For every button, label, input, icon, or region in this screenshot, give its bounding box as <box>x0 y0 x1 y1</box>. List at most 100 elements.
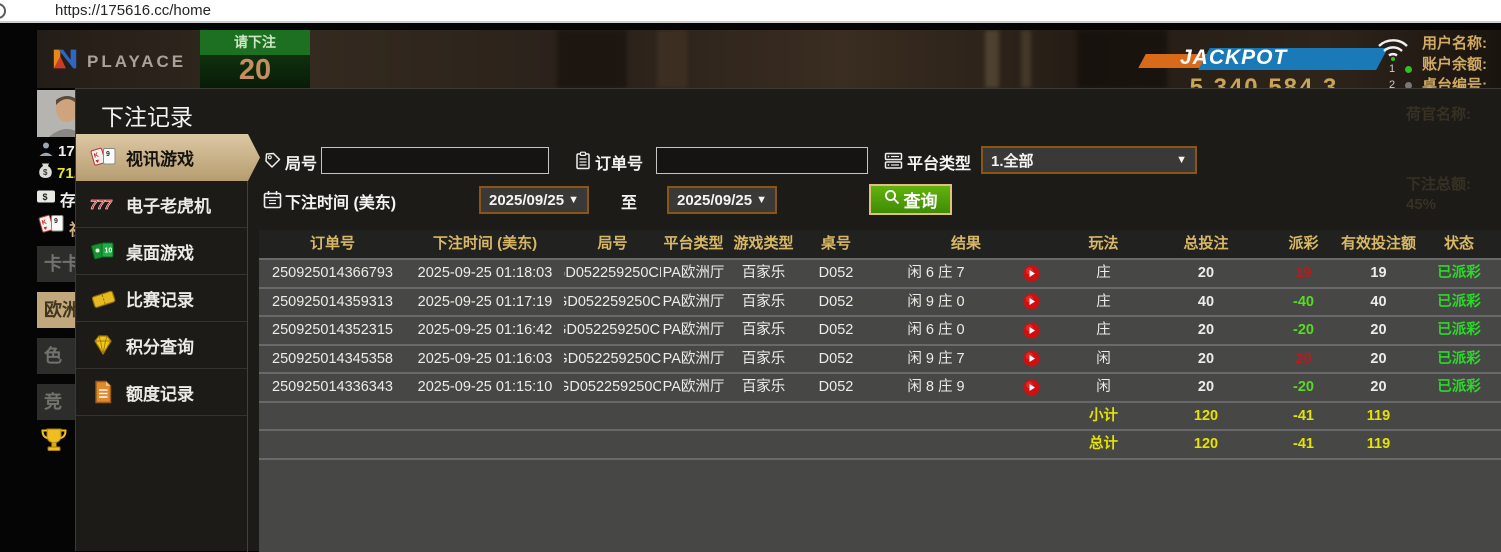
sidebar-item-1[interactable]: 777 电子老虎机 <box>76 181 247 228</box>
ghost-line: 荷官名称: <box>1406 103 1471 124</box>
cell-total-bet: 20 <box>1146 346 1266 373</box>
video-games-shortcut[interactable]: K ♥ 9 视 <box>38 212 75 243</box>
cell-status: 已派彩 <box>1416 374 1501 401</box>
url-text[interactable]: https://175616.cc/home <box>55 2 211 19</box>
cell-status: 已派彩 <box>1416 346 1501 373</box>
cell-round: GD052259250CJ <box>564 346 661 373</box>
cell-time: 2025-09-25 01:16:42 <box>406 317 564 344</box>
cell-total-bet: 20 <box>1146 374 1266 401</box>
subtotal-row: 小计120-41119 <box>259 401 1501 430</box>
ticket-icon <box>88 284 118 312</box>
cell-result: 闲 9 庄 0 <box>871 289 1001 316</box>
video-play-button[interactable] <box>1001 346 1061 373</box>
sidebar-item-label: 电子老虎机 <box>126 192 211 217</box>
modal-sidebar: K♥9视讯游戏777电子老虎机10桌面游戏比赛记录积分查询额度记录 <box>76 134 248 552</box>
cell-play-type: 闲 <box>1061 346 1146 373</box>
table-marker-1: 1 <box>1389 63 1412 75</box>
order-number-input[interactable] <box>656 147 868 174</box>
cell-valid-bet: 20 <box>1341 374 1416 401</box>
bet-records-table: 订单号下注时间 (美东)局号平台类型游戏类型桌号结果玩法总投注派彩有效投注额状态… <box>259 230 1501 552</box>
subtotal-valid-bet: 119 <box>1341 403 1416 430</box>
username-label: 用户名称: <box>1422 33 1501 54</box>
clipboard-icon <box>574 151 592 175</box>
deposit-button[interactable]: $ 存款 <box>36 187 75 211</box>
table-empty-area <box>259 458 1501 552</box>
total-label: 总计 <box>1061 431 1146 458</box>
cell-play-type: 庄 <box>1061 289 1146 316</box>
document-icon <box>88 378 118 406</box>
bet-timer-banner: 请下注 20 <box>200 30 310 88</box>
sidebar-item-label: 额度记录 <box>126 380 194 405</box>
video-play-button[interactable] <box>1001 374 1061 401</box>
cell-payout: -20 <box>1266 317 1341 344</box>
jackpot-amount: 5,340,584.3 <box>1134 74 1394 88</box>
svg-text:$: $ <box>43 168 48 177</box>
left-nav-item-1[interactable]: 欧洲 <box>37 292 75 328</box>
bet-banner-label: 请下注 <box>200 30 310 55</box>
cell-platform: PA欧洲厅 <box>661 374 726 401</box>
cell-order: 250925014336343 <box>259 374 406 401</box>
reload-icon[interactable] <box>0 3 6 19</box>
cell-order: 250925014345358 <box>259 346 406 373</box>
platform-type-select[interactable]: 1.全部 ▼ <box>981 146 1197 174</box>
playace-logo: PLAYACE <box>51 46 186 77</box>
left-nav-item-3[interactable]: 竞 <box>37 384 75 420</box>
cell-game: 百家乐 <box>726 289 801 316</box>
video-play-button[interactable] <box>1001 317 1061 344</box>
cell-table: D052 <box>801 317 871 344</box>
sidebar-item-label: 桌面游戏 <box>126 239 194 264</box>
column-header: 派彩 <box>1266 230 1341 258</box>
total-total-bet: 120 <box>1146 431 1266 458</box>
trophy-icon[interactable] <box>39 426 69 459</box>
chevron-down-icon: ▼ <box>756 194 767 206</box>
cell-status: 已派彩 <box>1416 260 1501 287</box>
round-number-input[interactable] <box>321 147 549 174</box>
cell-order: 250925014359313 <box>259 289 406 316</box>
sidebar-item-2[interactable]: 10 桌面游戏 <box>76 228 247 275</box>
video-play-button[interactable] <box>1001 289 1061 316</box>
left-nav-item-0[interactable]: 卡卡 <box>37 246 75 282</box>
column-header: 有效投注额 <box>1341 230 1416 258</box>
cell-payout: 19 <box>1266 260 1341 287</box>
search-button[interactable]: 查询 <box>869 184 952 215</box>
sidebar-item-3[interactable]: 比赛记录 <box>76 275 247 322</box>
slot-icon: 777 <box>88 190 118 218</box>
cell-game: 百家乐 <box>726 346 801 373</box>
cell-table: D052 <box>801 260 871 287</box>
cell-valid-bet: 40 <box>1341 289 1416 316</box>
table-body: 2509250143667932025-09-25 01:18:03GD0522… <box>259 258 1501 458</box>
sidebar-item-4[interactable]: 积分查询 <box>76 322 247 369</box>
avatar[interactable] <box>37 90 75 137</box>
balance-row: $ 71.6 <box>38 162 75 184</box>
browser-address-bar[interactable]: https://175616.cc/home <box>0 0 1501 23</box>
deposit-label: 存款 <box>60 187 75 211</box>
casino-header: PLAYACE 请下注 20 JACKPOT 5,340,584.3 1 2 用… <box>37 30 1501 88</box>
cell-round: GD052259250CK <box>564 317 661 344</box>
bet-countdown: 20 <box>200 55 310 88</box>
cell-result: 闲 6 庄 0 <box>871 317 1001 344</box>
cell-result: 闲 8 庄 9 <box>871 374 1001 401</box>
left-nav-item-2[interactable]: 色 <box>37 338 75 374</box>
column-header: 游戏类型 <box>726 230 801 258</box>
sidebar-item-0[interactable]: K♥9视讯游戏 <box>76 134 260 181</box>
date-from-select[interactable]: 2025/09/25 ▼ <box>479 186 589 214</box>
cell-time: 2025-09-25 01:15:10 <box>406 374 564 401</box>
date-from-value: 2025/09/25 <box>489 192 564 209</box>
sidebar-item-label: 比赛记录 <box>126 286 194 311</box>
table-header-row: 订单号下注时间 (美东)局号平台类型游戏类型桌号结果玩法总投注派彩有效投注额状态 <box>259 230 1501 258</box>
table-row: 2509250143363432025-09-25 01:15:10GD0522… <box>259 372 1501 401</box>
to-label: 至 <box>621 189 637 213</box>
video-play-button[interactable] <box>1001 260 1061 287</box>
column-header: 订单号 <box>259 230 406 258</box>
svg-text:10: 10 <box>105 248 113 255</box>
cell-platform: PA欧洲厅 <box>661 260 726 287</box>
subtotal-payout: -41 <box>1266 403 1341 430</box>
order-number-label: 订单号 <box>595 150 643 174</box>
date-to-select[interactable]: 2025/09/25 ▼ <box>667 186 777 214</box>
cell-round: GD052259250CM <box>564 260 661 287</box>
table-row: 2509250143593132025-09-25 01:17:19GD0522… <box>259 287 1501 316</box>
cell-play-type: 庄 <box>1061 317 1146 344</box>
cell-status: 已派彩 <box>1416 289 1501 316</box>
calendar-icon <box>263 190 282 214</box>
sidebar-item-5[interactable]: 额度记录 <box>76 369 247 416</box>
